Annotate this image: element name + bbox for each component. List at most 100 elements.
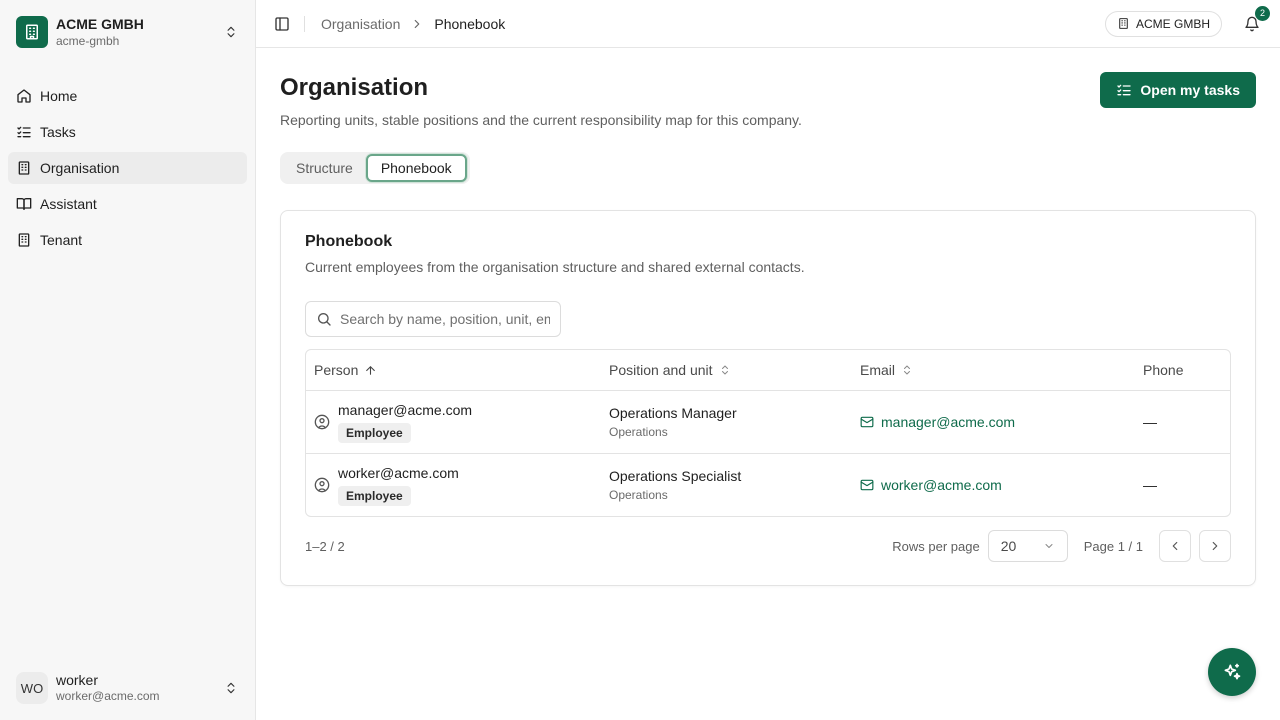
tab-structure[interactable]: Structure: [283, 154, 366, 182]
table-header-row: Person Position and unit Email Phone: [306, 350, 1230, 390]
breadcrumb-organisation-link[interactable]: Organisation: [321, 16, 400, 32]
org-slug: acme-gmbh: [56, 33, 120, 48]
org-switcher[interactable]: ACME GMBH acme-gmbh: [0, 0, 255, 64]
page-subtitle: Reporting units, stable positions and th…: [280, 112, 802, 128]
email-link-text: worker@acme.com: [881, 477, 1002, 493]
previous-page-button[interactable]: [1159, 530, 1191, 562]
search-icon: [318, 313, 331, 326]
sidebar-item-label: Tenant: [40, 232, 83, 248]
building-icon: [26, 24, 38, 40]
sidebar-toggle-button[interactable]: [268, 10, 296, 38]
sort-position-header[interactable]: Position and unit: [609, 362, 844, 378]
sidebar: ACME GMBH acme-gmbh Home Tasks Organisat…: [0, 0, 256, 720]
sidebar-item-label: Organisation: [40, 160, 120, 176]
position-unit: Operations: [609, 488, 668, 502]
assistant-fab-button[interactable]: [1208, 648, 1256, 696]
topbar: Organisation Phonebook ACME GMBH 2: [256, 0, 1280, 48]
position-unit: Operations: [609, 425, 668, 439]
column-header-position: Position and unit: [609, 362, 713, 378]
list-checks-icon: [16, 124, 32, 140]
row-range: 1–2 / 2: [305, 538, 345, 554]
email-link-text: manager@acme.com: [881, 414, 1016, 430]
sidebar-item-tasks[interactable]: Tasks: [8, 116, 247, 148]
mail-icon: [860, 416, 874, 428]
home-icon: [16, 88, 32, 104]
main-area: Organisation Phonebook ACME GMBH 2 Organ…: [256, 0, 1280, 720]
email-link[interactable]: worker@acme.com: [860, 477, 1127, 493]
phonebook-table: Person Position and unit Email Phone man…: [305, 349, 1231, 517]
sidebar-item-label: Assistant: [40, 196, 97, 212]
page-title: Organisation: [280, 74, 429, 101]
email-link[interactable]: manager@acme.com: [860, 414, 1127, 430]
open-my-tasks-label: Open my tasks: [1140, 82, 1240, 98]
chevron-left-icon: [1172, 541, 1178, 551]
phone-value: —: [1143, 414, 1157, 430]
building-icon: [1119, 18, 1128, 29]
org-name: ACME GMBH: [56, 15, 144, 32]
org-logo: [16, 16, 48, 48]
next-page-button[interactable]: [1199, 530, 1231, 562]
rows-per-page-value: 20: [1000, 538, 1017, 554]
person-name: worker@acme.com: [338, 464, 459, 481]
building-icon: [16, 232, 32, 248]
mail-icon: [860, 479, 874, 491]
sidebar-item-label: Tasks: [40, 124, 76, 140]
search-box: [305, 301, 561, 337]
phone-value: —: [1143, 477, 1157, 493]
person-name: manager@acme.com: [338, 401, 473, 418]
building-icon: [16, 160, 32, 176]
rows-per-page-select[interactable]: 20: [987, 530, 1068, 562]
chevron-right-icon: [1212, 541, 1218, 551]
user-email: worker@acme.com: [56, 689, 160, 704]
sidebar-item-tenant[interactable]: Tenant: [8, 224, 247, 256]
employee-badge: Employee: [338, 485, 411, 506]
position-title: Operations Specialist: [609, 468, 742, 484]
tenant-badge[interactable]: ACME GMBH: [1104, 10, 1222, 37]
table-row: manager@acme.com Employee Operations Man…: [306, 390, 1230, 453]
chevrons-up-down-icon: [223, 24, 239, 40]
table-row: worker@acme.com Employee Operations Spec…: [306, 453, 1230, 516]
open-my-tasks-button[interactable]: Open my tasks: [1100, 72, 1256, 108]
card-subtitle: Current employees from the organisation …: [305, 259, 805, 275]
search-input[interactable]: [340, 311, 550, 327]
tenant-badge-label: ACME GMBH: [1135, 16, 1210, 31]
phonebook-card: Phonebook Current employees from the org…: [280, 210, 1256, 586]
user-circle-icon: [314, 414, 330, 430]
sidebar-item-label: Home: [40, 88, 78, 104]
table-footer: 1–2 / 2 Rows per page 20 Page 1 / 1: [305, 529, 1231, 563]
arrow-up-icon: [366, 365, 376, 375]
chevrons-up-down-icon: [223, 680, 239, 696]
chevron-right-icon: [410, 17, 424, 31]
sidebar-nav: Home Tasks Organisation Assistant Tenant: [0, 72, 255, 256]
notification-count-badge: 2: [1255, 5, 1270, 21]
sidebar-item-organisation[interactable]: Organisation: [8, 152, 247, 184]
tab-phonebook[interactable]: Phonebook: [365, 154, 467, 182]
chevrons-up-down-icon: [904, 365, 911, 375]
breadcrumb-current: Phonebook: [434, 15, 506, 32]
card-title: Phonebook: [305, 233, 393, 250]
chevron-down-icon: [1045, 544, 1053, 548]
sparkles-icon: [1224, 663, 1241, 680]
sort-email-header[interactable]: Email: [860, 362, 1127, 378]
book-open-icon: [16, 196, 32, 212]
sidebar-item-home[interactable]: Home: [8, 80, 247, 112]
tab-list: Structure Phonebook: [280, 152, 470, 184]
employee-badge: Employee: [338, 422, 411, 443]
user-name: worker: [56, 671, 99, 688]
rows-per-page-label: Rows per page: [892, 538, 980, 554]
panel-left-icon: [275, 16, 289, 31]
sidebar-item-assistant[interactable]: Assistant: [8, 188, 247, 220]
user-menu[interactable]: WO worker worker@acme.com: [8, 664, 247, 712]
page-info: Page 1 / 1: [1083, 538, 1143, 554]
breadcrumb: Organisation Phonebook: [321, 16, 505, 32]
notifications-button[interactable]: 2: [1240, 5, 1270, 36]
avatar: WO: [16, 672, 48, 704]
column-header-phone: Phone: [1143, 362, 1184, 378]
divider: [304, 15, 305, 32]
user-circle-icon: [314, 477, 330, 493]
position-title: Operations Manager: [609, 405, 737, 421]
list-checks-icon: [1117, 84, 1132, 96]
column-header-email: Email: [860, 362, 896, 378]
sort-person-header[interactable]: Person: [314, 362, 593, 378]
column-header-person: Person: [314, 362, 359, 378]
